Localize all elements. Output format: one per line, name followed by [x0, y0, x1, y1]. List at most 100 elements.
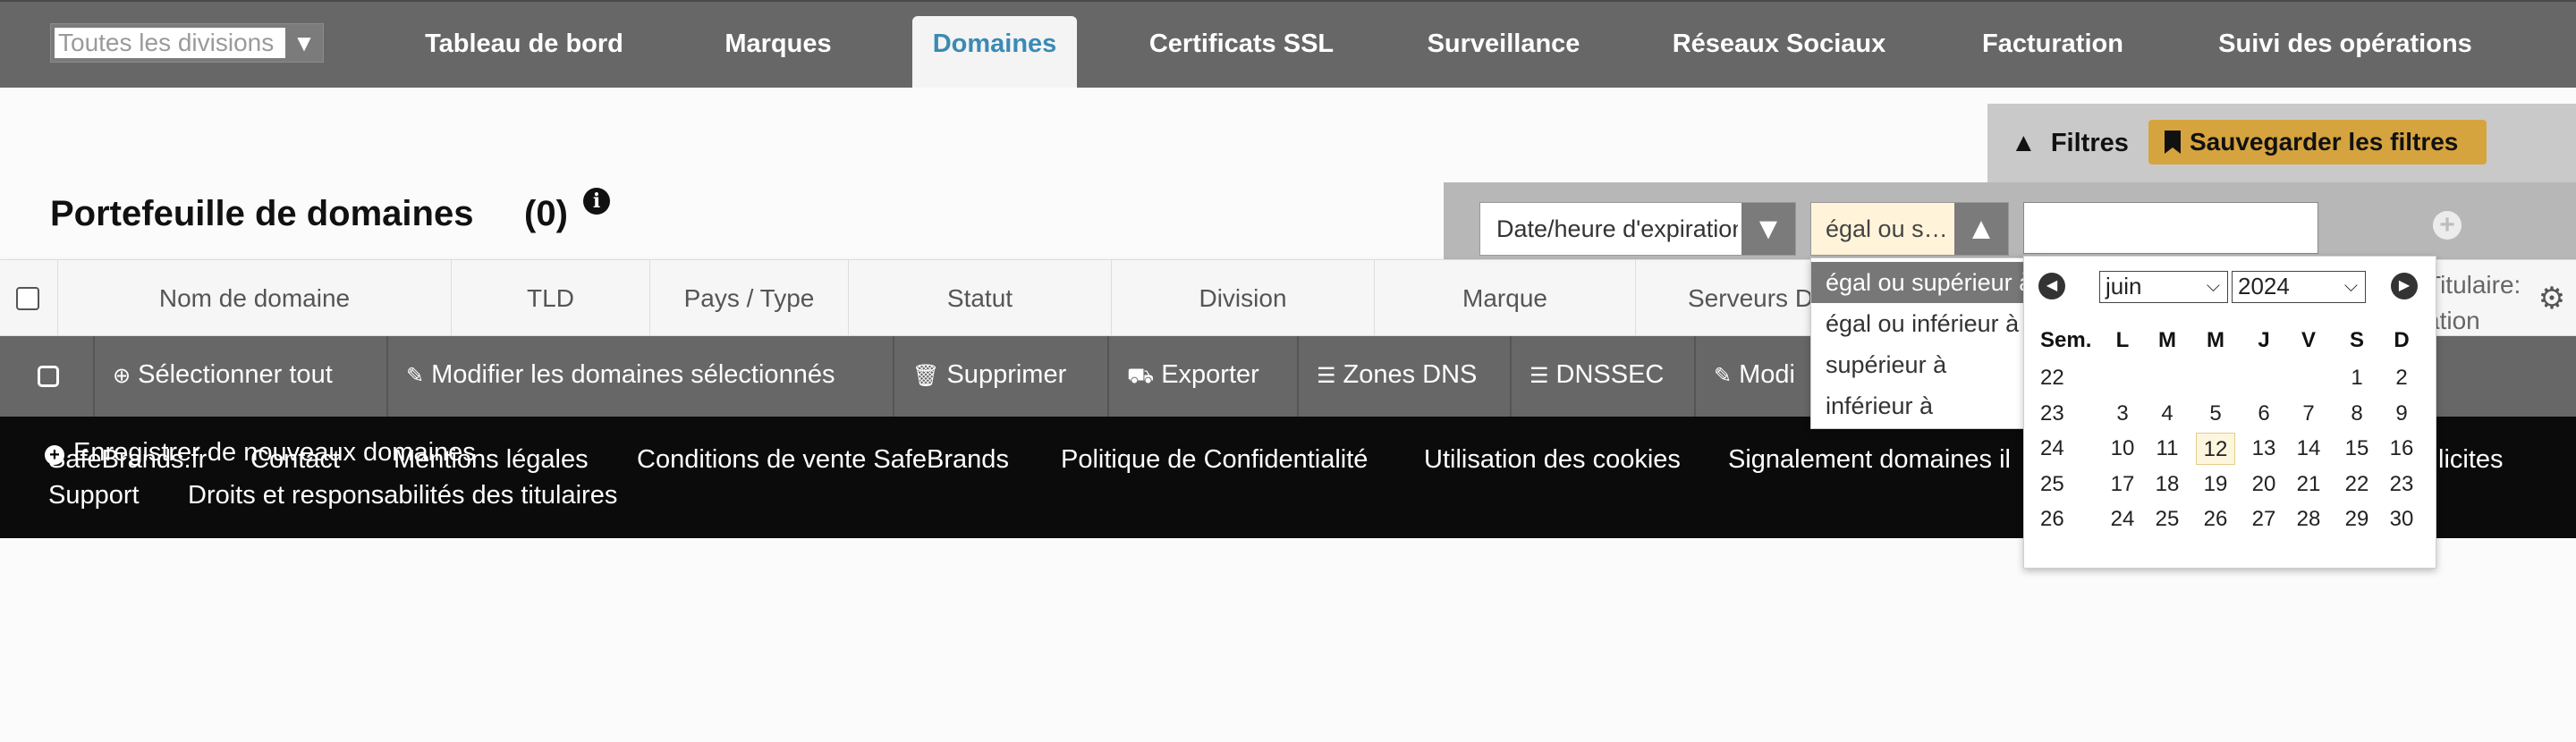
footer-link-terms-of-sale[interactable]: Conditions de vente SafeBrands	[637, 443, 1009, 476]
next-month-icon[interactable]: ▶	[2391, 273, 2418, 299]
calendar-day[interactable]: 15	[2337, 433, 2377, 465]
calendar-day[interactable]: 22	[2337, 468, 2377, 501]
column-header-status[interactable]: Statut	[848, 260, 1111, 337]
footer-link-cookies[interactable]: Utilisation des cookies	[1424, 443, 1681, 476]
column-header-tld[interactable]: TLD	[451, 260, 649, 337]
footer-link-privacy-policy[interactable]: Politique de Confidentialité	[1061, 443, 1368, 476]
select-all-button[interactable]: ⊕ Sélectionner tout	[93, 336, 386, 417]
column-header-division[interactable]: Division	[1111, 260, 1374, 337]
nav-tab-social-networks[interactable]: Réseaux Sociaux	[1658, 16, 1900, 88]
trash-icon: 🗑	[912, 364, 940, 388]
month-select[interactable]: juin ⌵	[2099, 271, 2228, 303]
calendar-day[interactable]: 26	[2196, 503, 2235, 535]
operator-option[interactable]: inférieur à	[1811, 385, 2044, 426]
bulk-select-checkbox[interactable]	[38, 366, 59, 387]
register-new-domains-label: Enregistrer de nouveaux domaines	[73, 438, 476, 467]
column-header-country-type[interactable]: Pays / Type	[649, 260, 848, 337]
calendar-day[interactable]: 25	[2148, 503, 2187, 535]
previous-month-icon[interactable]: ◀	[2038, 273, 2065, 299]
nav-tab-brands[interactable]: Marques	[689, 16, 868, 88]
page-title: Portefeuille de domaines	[50, 194, 474, 233]
filters-toggle[interactable]: ▲ Filtres	[2011, 125, 2129, 161]
operator-option[interactable]: égal ou inférieur à	[1811, 303, 2044, 344]
weekday-header: V	[2301, 328, 2316, 352]
pencil-icon: ✎	[406, 364, 425, 388]
calendar-day[interactable]: 30	[2382, 503, 2421, 535]
save-filters-button[interactable]: Sauvegarder les filtres	[2148, 120, 2487, 164]
calendar-day[interactable]: 27	[2244, 503, 2284, 535]
footer-link-support[interactable]: Support	[48, 479, 140, 511]
weekday-header: D	[2394, 328, 2410, 352]
nav-tab-domains[interactable]: Domaines	[912, 16, 1077, 88]
nav-tab-monitoring[interactable]: Surveillance	[1401, 16, 1606, 88]
export-label: Exporter	[1161, 360, 1259, 389]
calendar-day[interactable]: 7	[2289, 398, 2328, 430]
column-header-domain-name[interactable]: Nom de domaine	[57, 260, 451, 337]
nav-tab-dashboard[interactable]: Tableau de bord	[408, 16, 640, 88]
dnssec-button[interactable]: ☰ DNSSEC	[1510, 336, 1694, 417]
info-icon[interactable]: i	[583, 188, 610, 215]
footer-link-report-illicit-domains-tail[interactable]: licites	[2438, 443, 2504, 476]
calendar-day[interactable]: 18	[2148, 468, 2187, 501]
weekday-header: S	[2349, 328, 2364, 352]
filter-field-select[interactable]: Date/heure d'expiration ▼	[1479, 202, 1796, 256]
dns-zones-label: Zones DNS	[1343, 360, 1478, 389]
column-header-brand[interactable]: Marque	[1374, 260, 1635, 337]
calendar-day[interactable]: 3	[2103, 398, 2142, 430]
division-select[interactable]: Toutes les divisions ▼	[50, 23, 324, 63]
weekday-header: M	[2158, 328, 2176, 352]
nav-tab-operations-tracking[interactable]: Suivi des opérations	[2206, 16, 2485, 88]
year-select[interactable]: 2024 ⌵	[2232, 271, 2366, 303]
domain-count: (0)	[524, 194, 568, 233]
calendar-day[interactable]: 14	[2289, 433, 2328, 465]
footer-link-holder-rights[interactable]: Droits et responsabilités des titulaires	[188, 479, 617, 511]
select-all-checkbox[interactable]	[16, 287, 39, 310]
gear-icon[interactable]: ⚙	[2537, 283, 2567, 314]
calendar-day[interactable]: 20	[2244, 468, 2284, 501]
calendar-day[interactable]: 9	[2382, 398, 2421, 430]
operator-option[interactable]: supérieur à	[1811, 344, 2044, 385]
calendar-day[interactable]: 16	[2382, 433, 2421, 465]
nav-tab-ssl-certificates[interactable]: Certificats SSL	[1132, 16, 1351, 88]
edit-selected-domains-button[interactable]: ✎ Modifier les domaines sélectionnés	[386, 336, 893, 417]
calendar-day[interactable]: 1	[2337, 362, 2377, 394]
chevron-down-icon: ▼	[292, 30, 316, 56]
calendar-day[interactable]: 23	[2382, 468, 2421, 501]
calendar-day[interactable]: 21	[2289, 468, 2328, 501]
export-button[interactable]: ⛟ Exporter	[1107, 336, 1297, 417]
calendar-day[interactable]: 2	[2382, 362, 2421, 394]
calendar-day[interactable]: 4	[2148, 398, 2187, 430]
calendar-day[interactable]: 28	[2289, 503, 2328, 535]
operator-dropdown-list: égal ou supérieur à égal ou inférieur à …	[1810, 257, 2045, 429]
filter-operator-select[interactable]: égal ou s… ▲	[1810, 202, 2009, 256]
weekday-header: J	[2258, 328, 2270, 352]
calendar-day[interactable]: 13	[2244, 433, 2284, 465]
calendar-day[interactable]: 24	[2103, 503, 2142, 535]
operator-option[interactable]: égal ou supérieur à	[1811, 262, 2044, 303]
filters-toggle-label: Filtres	[2050, 129, 2129, 157]
calendar-day-today[interactable]: 12	[2196, 433, 2235, 465]
division-select-value: Toutes les divisions	[55, 28, 285, 58]
caret-down-icon: ▼	[1741, 203, 1795, 255]
week-number: 26	[2040, 507, 2064, 531]
calendar-day[interactable]: 10	[2103, 433, 2142, 465]
edit-selected-label: Modifier les domaines sélectionnés	[431, 360, 835, 389]
calendar-day[interactable]: 5	[2196, 398, 2235, 430]
weekday-header: M	[2207, 328, 2224, 352]
plus-circle-icon[interactable]: +	[2433, 211, 2462, 240]
delete-button[interactable]: 🗑 Supprimer	[893, 336, 1107, 417]
nav-tab-billing[interactable]: Facturation	[1946, 16, 2159, 88]
calendar-day[interactable]: 11	[2148, 433, 2187, 465]
dns-zones-button[interactable]: ☰ Zones DNS	[1297, 336, 1510, 417]
filter-value-input[interactable]	[2023, 202, 2318, 254]
calendar-day[interactable]: 29	[2337, 503, 2377, 535]
calendar-day[interactable]: 19	[2196, 468, 2235, 501]
register-new-domains-link[interactable]: + Enregistrer de nouveaux domaines	[45, 436, 476, 468]
footer-link-report-illicit-domains[interactable]: Signalement domaines il	[1728, 443, 2023, 476]
calendar-day[interactable]: 17	[2103, 468, 2142, 501]
calendar-day[interactable]: 8	[2337, 398, 2377, 430]
calendar-day[interactable]: 6	[2244, 398, 2284, 430]
select-all-label: Sélectionner tout	[138, 360, 333, 389]
column-header-owner[interactable]: Titulaire: ation	[2426, 267, 2521, 339]
week-number: 25	[2040, 471, 2064, 496]
